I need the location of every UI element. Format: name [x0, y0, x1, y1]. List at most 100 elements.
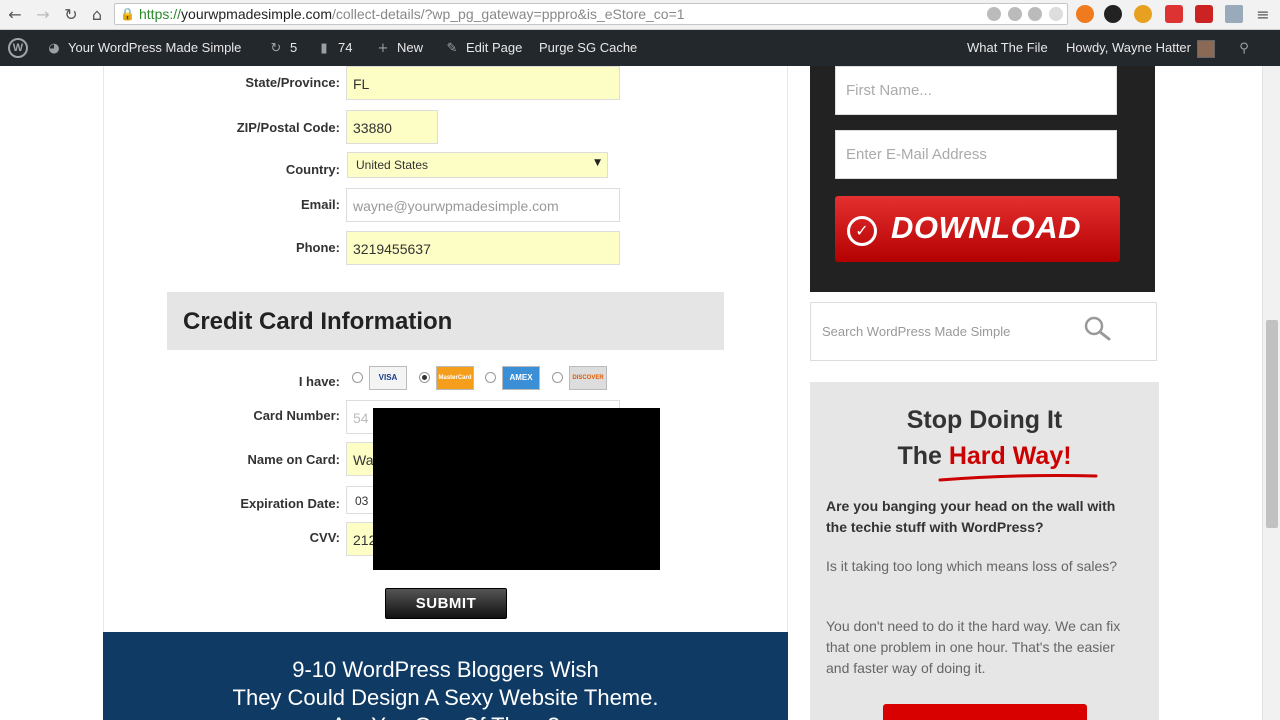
purge-label: Purge SG Cache — [539, 40, 638, 55]
zip-field[interactable]: 33880 — [346, 110, 438, 144]
lock-icon: 🔒 — [120, 7, 135, 21]
page-scrollbar[interactable] — [1262, 66, 1280, 720]
visa-radio[interactable] — [352, 372, 363, 383]
optin-widget: First Name... Enter E-Mail Address ✓ DOW… — [810, 66, 1155, 292]
phone-field[interactable]: 3219455637 — [346, 231, 620, 265]
admin-bar-account[interactable]: Howdy, Wayne Hatter — [1066, 30, 1215, 66]
zoom-icon[interactable] — [1008, 7, 1022, 21]
site-name: Your WordPress Made Simple — [68, 40, 242, 55]
swoosh-underline — [938, 474, 1098, 482]
credit-card-heading: Credit Card Information — [183, 308, 453, 335]
download-label: DOWNLOAD — [891, 210, 1081, 245]
expiration-label: Expiration Date: — [240, 496, 340, 511]
star-icon[interactable] — [1049, 7, 1063, 21]
gmail-icon[interactable] — [1165, 5, 1183, 23]
state-field[interactable]: FL — [346, 66, 620, 100]
howdy-label: Howdy, Wayne Hatter — [1066, 40, 1191, 55]
amex-radio[interactable] — [485, 372, 496, 383]
extension-orange-icon[interactable] — [1076, 5, 1094, 23]
discover-radio[interactable] — [552, 372, 563, 383]
pencil-icon: ✎ — [446, 41, 458, 56]
url-text: https://yourwpmadesimple.com/collect-det… — [139, 6, 685, 23]
admin-bar-what-the-file[interactable]: What The File — [967, 30, 1048, 66]
banner-line-2: They Could Design A Sexy Website Theme. — [232, 685, 659, 710]
banner-line-1: 9-10 WordPress Bloggers Wish — [292, 657, 599, 682]
country-value: United States — [356, 158, 429, 172]
optin-email-input[interactable]: Enter E-Mail Address — [835, 130, 1117, 179]
admin-bar-new[interactable]: + New — [375, 30, 423, 66]
updates-icon: ↻ — [270, 41, 282, 56]
notification-icon[interactable] — [1195, 5, 1213, 23]
promo-paragraph-2: Is it taking too long which means loss o… — [826, 558, 1118, 574]
search-icon: ⚲ — [1239, 41, 1249, 56]
checkmark-icon: ✓ — [847, 216, 877, 246]
address-bar[interactable]: 🔒 https://yourwpmadesimple.com/collect-d… — [114, 3, 1068, 25]
admin-bar-purge-cache[interactable]: Purge SG Cache — [539, 30, 637, 66]
mastercard-card-icon: MasterCard — [436, 366, 474, 390]
admin-bar-updates[interactable]: ↻ 5 — [268, 30, 298, 66]
country-select[interactable]: United States ▼ — [347, 152, 608, 178]
dashboard-icon: ◕ — [48, 41, 60, 56]
promo-paragraph-1: Are you banging your head on the wall wi… — [826, 498, 1116, 535]
cvv-label: CVV: — [309, 530, 340, 545]
translate-icon[interactable] — [1028, 7, 1042, 21]
promo-title-highlight: Hard Way! — [948, 442, 1072, 470]
promo-title-prefix: The — [897, 442, 949, 470]
discover-card-icon: DISCOVER — [569, 366, 607, 390]
what-the-file-label: What The File — [967, 40, 1048, 55]
comments-icon: ▮ — [320, 41, 328, 56]
promo-paragraph-3: You don't need to do it the hard way. We… — [826, 618, 1121, 676]
back-icon[interactable]: ← — [4, 4, 26, 26]
updates-count: 5 — [290, 40, 298, 55]
wordpress-logo-icon[interactable]: W — [8, 38, 28, 58]
promo-title-line-2: The Hard Way! — [810, 442, 1159, 471]
banner-line-3: Are You One Of Them? — [103, 712, 788, 720]
email-field[interactable]: wayne@yourwpmadesimple.com — [346, 188, 620, 222]
zip-label: ZIP/Postal Code: — [236, 120, 340, 135]
shield-icon[interactable] — [987, 7, 1001, 21]
credit-card-header: Credit Card Information — [167, 292, 724, 350]
url-host: yourwpmadesimple.com — [181, 6, 332, 22]
comments-count: 74 — [338, 40, 353, 55]
admin-bar-comments[interactable]: ▮ 74 — [316, 30, 352, 66]
admin-bar-search[interactable]: ⚲ — [1236, 30, 1258, 66]
mastercard-radio[interactable] — [419, 372, 430, 383]
extension-gold-icon[interactable] — [1134, 5, 1152, 23]
first-name-input[interactable]: First Name... — [835, 66, 1117, 115]
promo-banner: 9-10 WordPress Bloggers Wish They Could … — [103, 632, 788, 720]
page-content: State/Province: FL ZIP/Postal Code: 3388… — [0, 66, 1280, 720]
sidebar-search[interactable]: Search WordPress Made Simple — [810, 302, 1157, 361]
url-path: /collect-details/?wp_pg_gateway=pppro&is… — [331, 6, 685, 22]
forward-icon[interactable]: → — [32, 4, 54, 26]
extension-dark-icon[interactable] — [1104, 5, 1122, 23]
promo-cta-button[interactable] — [883, 704, 1087, 720]
browser-toolbar: ← → ↻ ⌂ 🔒 https://yourwpmadesimple.com/c… — [0, 0, 1280, 30]
dropdown-arrow-icon: ▼ — [594, 158, 601, 168]
admin-bar-site[interactable]: ◕ Your WordPress Made Simple — [46, 30, 241, 66]
card-number-label: Card Number: — [253, 408, 340, 423]
window-icon[interactable] — [1225, 5, 1243, 23]
search-placeholder: Search WordPress Made Simple — [822, 324, 1011, 339]
hard-way-promo: Stop Doing It The Hard Way! Are you bang… — [810, 382, 1159, 720]
download-button[interactable]: ✓ DOWNLOAD — [835, 196, 1120, 262]
submit-button[interactable]: SUBMIT — [385, 588, 507, 619]
email-label: Email: — [300, 197, 340, 212]
plus-icon: + — [377, 41, 389, 56]
redaction-box — [373, 408, 660, 570]
menu-icon[interactable]: ≡ — [1252, 4, 1274, 26]
promo-title-line-1: Stop Doing It — [906, 406, 1063, 434]
amex-card-icon: AMEX — [502, 366, 540, 390]
country-label: Country: — [285, 162, 340, 177]
avatar — [1197, 39, 1215, 58]
magnifier-icon[interactable] — [1083, 315, 1111, 343]
scrollbar-thumb[interactable] — [1266, 320, 1278, 528]
edit-page-label: Edit Page — [466, 40, 523, 55]
admin-bar-edit-page[interactable]: ✎ Edit Page — [444, 30, 523, 66]
reload-icon[interactable]: ↻ — [60, 4, 82, 26]
phone-label: Phone: — [295, 240, 340, 255]
url-protocol: https:// — [139, 6, 182, 22]
new-label: New — [397, 40, 424, 55]
visa-card-icon: VISA — [369, 366, 407, 390]
home-icon[interactable]: ⌂ — [86, 4, 108, 26]
state-label: State/Province: — [245, 75, 340, 90]
